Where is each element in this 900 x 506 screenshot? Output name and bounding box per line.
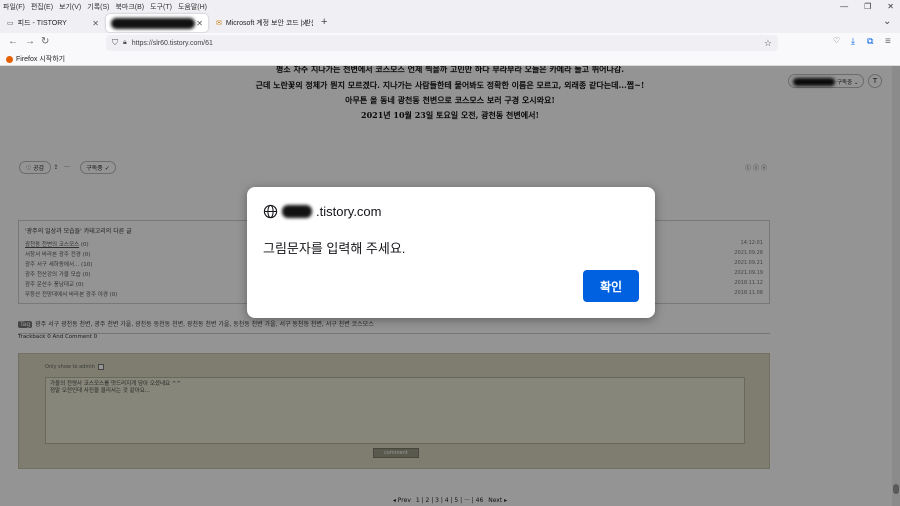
forward-icon[interactable]: → <box>25 36 35 47</box>
dialog-message: 그림문자를 입력해 주세요. <box>263 241 406 256</box>
navigation-bar: ← → ↻ ⛉ 🔒︎ https://slr60.tistory.com/61 … <box>0 33 900 53</box>
menu-edit[interactable]: 편집(E) <box>28 2 56 12</box>
url-bar[interactable]: ⛉ 🔒︎ https://slr60.tistory.com/61 ☆ <box>106 35 778 51</box>
close-tab-icon[interactable]: ✕ <box>196 19 203 28</box>
ok-button[interactable]: 확인 <box>583 270 639 302</box>
menu-history[interactable]: 기록(S) <box>84 2 112 12</box>
restore-button[interactable]: ❐ <box>864 2 871 11</box>
menu-view[interactable]: 보기(V) <box>56 2 84 12</box>
shield-icon[interactable]: ⛉ <box>112 38 118 48</box>
redacted-subdomain <box>282 205 312 218</box>
globe-icon <box>263 204 278 219</box>
app-menu-icon[interactable]: ≡ <box>885 36 891 47</box>
url-text[interactable]: https://slr60.tistory.com/61 <box>132 40 213 47</box>
lock-icon[interactable]: 🔒︎ <box>123 39 127 47</box>
dialog-origin: .tistory.com <box>263 204 382 219</box>
firefox-icon <box>6 55 13 63</box>
close-window-button[interactable]: ✕ <box>887 2 894 11</box>
page-icon: ▭ <box>7 20 14 27</box>
mail-icon: ✉ <box>216 20 222 27</box>
alert-dialog: .tistory.com 그림문자를 입력해 주세요. 확인 <box>247 187 655 318</box>
tab-current[interactable]: ✕ <box>106 14 208 32</box>
menu-help[interactable]: 도움말(H) <box>175 2 210 12</box>
menu-bar: 파일(F) 편집(E) 보기(V) 기록(S) 북마크(B) 도구(T) 도움말… <box>0 0 900 13</box>
minimize-button[interactable]: — <box>840 2 848 11</box>
menu-bookmarks[interactable]: 북마크(B) <box>112 2 147 12</box>
bookmarks-bar: Firefox 시작하기 <box>0 53 900 66</box>
redacted-title <box>111 17 195 29</box>
tab-overflow-button[interactable]: ⌄ <box>883 16 891 27</box>
bookmark-firefox-start[interactable]: Firefox 시작하기 <box>16 54 65 64</box>
reload-icon[interactable]: ↻ <box>41 36 49 47</box>
tab-title: 피드 - TISTORY <box>17 20 67 27</box>
tab-title: Microsoft 계정 보안 코드 | 받은 <box>225 20 313 27</box>
pocket-icon[interactable]: ♡ <box>833 36 840 45</box>
tab-strip: ▭ 피드 - TISTORY ✕ ✕ ✉ Microsoft 계정 보안 코드 … <box>0 13 900 33</box>
menu-tools[interactable]: 도구(T) <box>147 2 175 12</box>
extension-icon[interactable]: ⧉ <box>867 36 873 47</box>
tab-microsoft-mail[interactable]: ✉ Microsoft 계정 보안 코드 | 받은 ✕ <box>211 14 313 32</box>
menu-file[interactable]: 파일(F) <box>0 2 28 12</box>
tab-tistory-feed[interactable]: ▭ 피드 - TISTORY ✕ <box>2 14 104 32</box>
bookmark-star-icon[interactable]: ☆ <box>764 38 772 49</box>
new-tab-button[interactable]: + <box>321 16 327 28</box>
back-icon[interactable]: ← <box>8 36 18 47</box>
downloads-icon[interactable]: ⤓ <box>851 36 855 47</box>
close-tab-icon[interactable]: ✕ <box>301 19 308 28</box>
close-tab-icon[interactable]: ✕ <box>92 19 99 28</box>
dialog-origin-domain: .tistory.com <box>316 204 382 219</box>
window-controls: — ❐ ✕ <box>840 0 894 13</box>
